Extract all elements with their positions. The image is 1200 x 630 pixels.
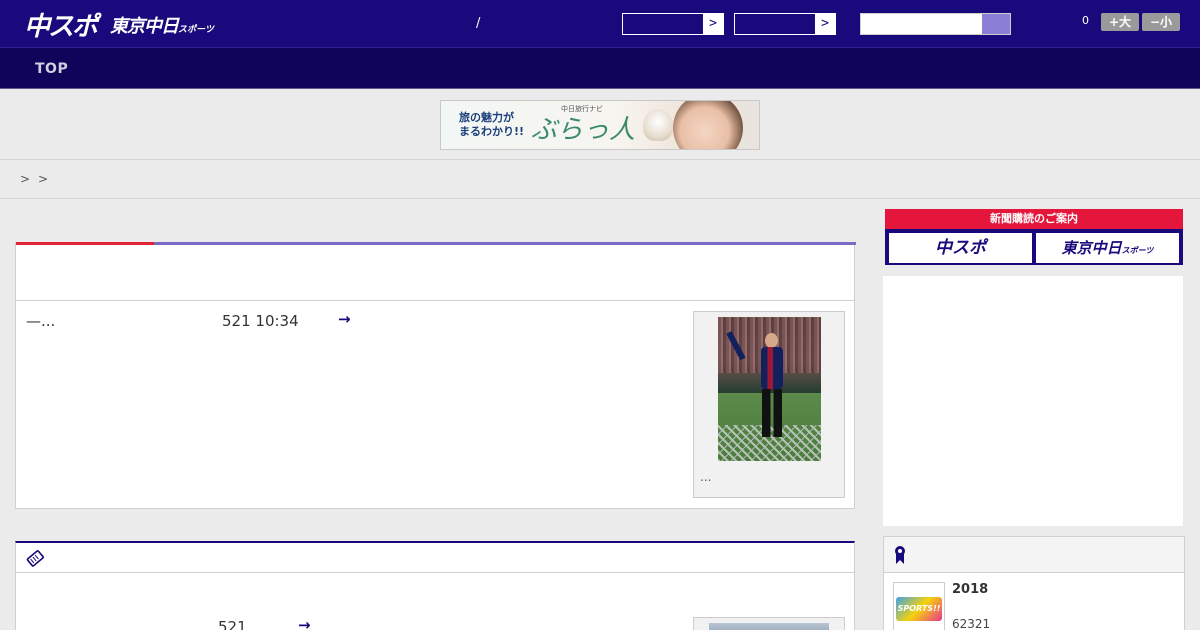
banner-line-1: 旅の魅力が <box>459 111 514 124</box>
sidebar-ad-slot[interactable] <box>883 276 1183 526</box>
photo-caption: ... <box>700 470 712 484</box>
chuspo-logo[interactable]: 中スポ <box>24 6 98 43</box>
article-date: 521 10:34 <box>222 312 299 330</box>
breadcrumb-separator: > <box>20 172 31 186</box>
banner-area: 旅の魅力が まるわかり!! 中日旅行ナビ ぶらっ人 <box>0 90 1200 160</box>
select-2-arrow-icon: > <box>815 14 835 34</box>
subscription-box: 新聞購読のご案内 中スポ 東京中日スポーツ <box>885 209 1183 265</box>
article-2-date: 521 <box>218 618 247 630</box>
font-smaller-button[interactable]: −小 <box>1142 13 1180 31</box>
font-larger-button[interactable]: +大 <box>1101 13 1139 31</box>
ranking-item-subtitle: 62321 <box>952 617 991 630</box>
header-select-2[interactable]: > <box>734 13 836 35</box>
article-card: —... 521 10:34 → ... <box>15 242 856 509</box>
breadcrumb-separator: > <box>38 172 49 186</box>
article-snippet[interactable]: —... <box>26 312 55 330</box>
banner-brand: ぶらっ人 <box>531 115 636 145</box>
card-divider <box>16 300 854 301</box>
ribbon-medal-icon <box>895 546 905 564</box>
breadcrumb: > > <box>0 161 1200 199</box>
article-card-2: 521 → <box>15 541 855 630</box>
travel-ad-banner[interactable]: 旅の魅力が まるわかり!! 中日旅行ナビ ぶらっ人 <box>440 100 760 150</box>
site-header: 中スポ 東京中日スポーツ / > > 0 +大 −小 <box>0 0 1200 48</box>
select-1-arrow-icon: > <box>703 14 723 34</box>
header-separator: / <box>476 16 481 31</box>
main-nav: TOP <box>0 48 1200 89</box>
search-button[interactable] <box>982 14 1010 34</box>
search-input[interactable] <box>860 13 1011 35</box>
ranking-thumbnail[interactable]: SPORTS!! <box>893 582 945 630</box>
banner-model-image <box>673 101 743 149</box>
photo-player-head <box>765 333 778 348</box>
card-accent-bar <box>16 242 154 245</box>
ranking-item-title[interactable]: 2018 <box>952 582 988 597</box>
ticket-icon <box>26 550 44 567</box>
tokyo-logo-text: 東京中日 <box>110 16 179 37</box>
subscription-heading: 新聞購読のご案内 <box>885 209 1183 229</box>
article-2-photo-box[interactable] <box>693 617 845 630</box>
article-photo-box[interactable]: ... <box>693 311 845 498</box>
subscribe-tokyo-button[interactable]: 東京中日スポーツ <box>1036 233 1179 263</box>
ranking-box: SPORTS!! 2018 62321 <box>883 536 1185 630</box>
banner-shell-image <box>643 109 673 141</box>
ranking-header <box>884 537 1184 573</box>
subscribe-tokyo-small: スポーツ <box>1121 246 1154 255</box>
article-photo[interactable] <box>718 317 821 461</box>
font-size-count: 0 <box>1082 14 1089 27</box>
article-2-more-link[interactable]: → <box>298 616 311 630</box>
card-2-header <box>16 543 854 573</box>
ranking-thumbnail-art: SPORTS!! <box>896 597 942 621</box>
tokyo-logo-small: スポーツ <box>178 25 214 35</box>
article-2-photo <box>709 623 829 630</box>
banner-line-2: まるわかり!! <box>459 125 525 138</box>
subscribe-chuspo-button[interactable]: 中スポ <box>889 233 1032 263</box>
banner-copy: 旅の魅力が まるわかり!! <box>459 111 524 139</box>
tokyo-chunichi-logo[interactable]: 東京中日スポーツ <box>110 12 214 38</box>
photo-player-body <box>761 347 783 389</box>
article-more-link[interactable]: → <box>338 310 351 328</box>
nav-item-top[interactable]: TOP <box>35 61 68 77</box>
photo-player-legs <box>762 389 782 437</box>
header-select-1[interactable]: > <box>622 13 724 35</box>
subscribe-tokyo-label: 東京中日 <box>1061 239 1122 257</box>
